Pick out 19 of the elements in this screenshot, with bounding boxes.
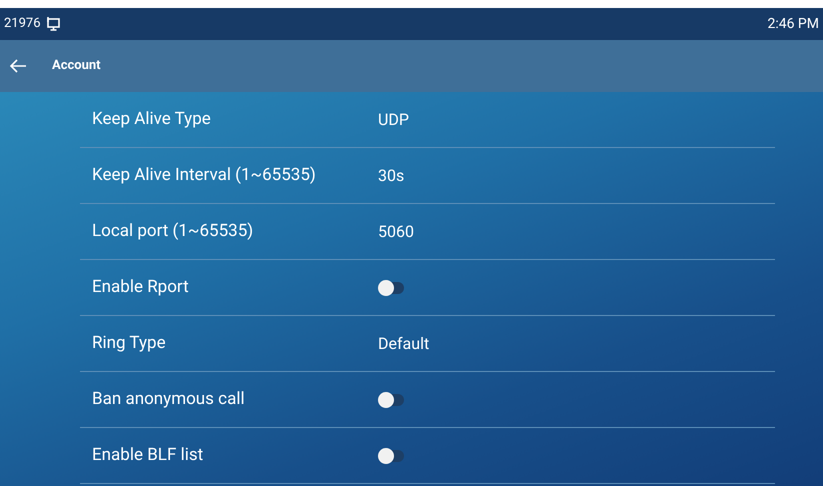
toggle-switch[interactable] xyxy=(378,394,404,406)
setting-value[interactable]: Default xyxy=(378,332,430,356)
toggle-switch[interactable] xyxy=(378,282,404,294)
extension-number: 21976 xyxy=(4,15,41,34)
setting-label: Enable Rport xyxy=(91,276,190,299)
setting-value[interactable]: 5060 xyxy=(378,220,414,244)
setting-label: Keep Alive Type xyxy=(91,108,212,131)
back-arrow-icon[interactable] xyxy=(10,59,26,73)
setting-label: Local port (1~65535) xyxy=(91,220,254,243)
setting-label: Ban anonymous call xyxy=(91,388,246,411)
monitor-icon xyxy=(44,16,61,32)
setting-value[interactable]: 30s xyxy=(378,164,404,188)
clock-time: 2:46 PM xyxy=(767,14,819,34)
page-title: Account xyxy=(52,57,101,76)
setting-value[interactable]: UDP xyxy=(378,108,409,132)
setting-label: Ring Type xyxy=(91,332,167,355)
setting-label: Enable BLF list xyxy=(91,444,204,467)
toggle-switch[interactable] xyxy=(378,450,404,462)
setting-label: Keep Alive Interval (1~65535) xyxy=(91,164,317,187)
